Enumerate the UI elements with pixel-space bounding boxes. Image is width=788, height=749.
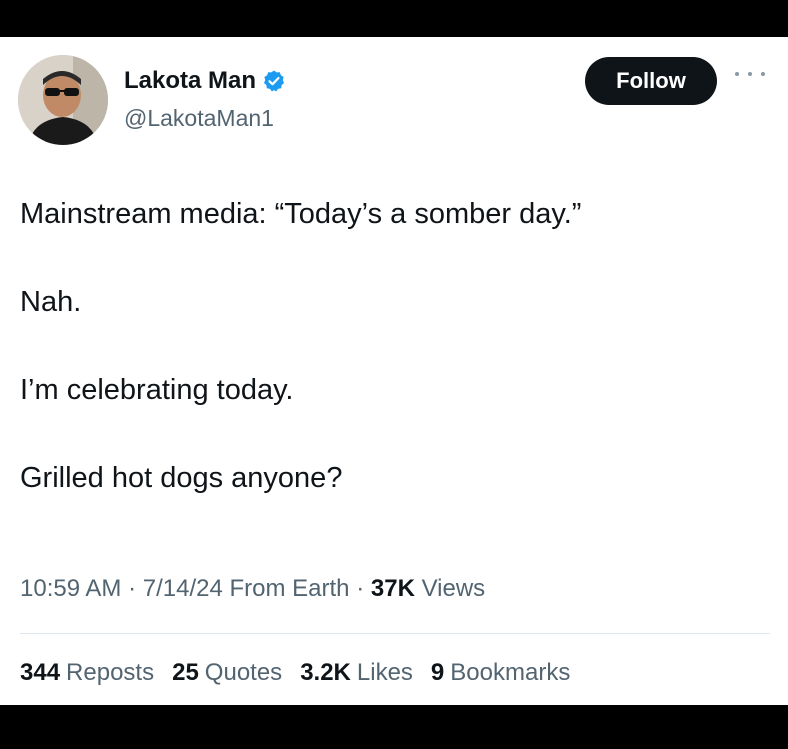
tweet-paragraph: Nah. <box>20 286 82 318</box>
quotes-count: 25 <box>172 659 199 686</box>
follow-button[interactable]: Follow <box>585 57 717 105</box>
dot <box>748 72 752 76</box>
tweet-paragraph: Mainstream media: “Today’s a somber day.… <box>20 198 582 230</box>
reposts-count: 344 <box>20 659 61 686</box>
reposts-label: Reposts <box>66 659 155 686</box>
bookmarks-count: 9 <box>430 659 445 686</box>
divider <box>20 633 770 634</box>
tweet-date[interactable]: 7/14/24 <box>143 575 223 602</box>
tweet-source: From Earth <box>229 575 350 602</box>
tweet-paragraph: I’m celebrating today. <box>20 374 294 406</box>
dot <box>735 72 739 76</box>
views-count: 37K <box>370 575 415 602</box>
dot <box>761 72 765 76</box>
likes-label: Likes <box>356 659 413 686</box>
verified-badge-icon <box>262 69 286 93</box>
engagement-stats: 344 Reposts 25 Quotes 3.2K Likes 9 Bookm… <box>20 659 570 687</box>
author-display-name[interactable]: Lakota Man <box>124 67 256 95</box>
quotes-stat[interactable]: 25 Quotes <box>172 659 282 687</box>
bookmarks-label: Bookmarks <box>450 659 571 686</box>
reposts-stat[interactable]: 344 Reposts <box>20 659 154 687</box>
tweet-paragraph: Grilled hot dogs anyone? <box>20 462 343 494</box>
quotes-label: Quotes <box>204 659 283 686</box>
avatar[interactable] <box>18 55 108 145</box>
views-label: Views <box>421 575 486 602</box>
avatar-image <box>18 55 108 145</box>
author-handle[interactable]: @LakotaMan1 <box>124 105 274 132</box>
author-name-row[interactable]: Lakota Man <box>124 67 286 95</box>
likes-stat[interactable]: 3.2K Likes <box>300 659 413 687</box>
likes-count: 3.2K <box>300 659 351 686</box>
bookmarks-stat[interactable]: 9 Bookmarks <box>431 659 570 687</box>
tweet-time[interactable]: 10:59 AM <box>20 575 121 602</box>
tweet-text: Mainstream media: “Today’s a somber day.… <box>20 197 760 549</box>
separator: · <box>128 575 143 602</box>
tweet-metadata: 10:59 AM · 7/14/24 From Earth · 37K View… <box>20 575 485 603</box>
tweet-card: Lakota Man @LakotaMan1 Follow Mainstream… <box>0 37 788 705</box>
more-options-icon[interactable] <box>735 67 765 81</box>
separator: · <box>356 575 371 602</box>
